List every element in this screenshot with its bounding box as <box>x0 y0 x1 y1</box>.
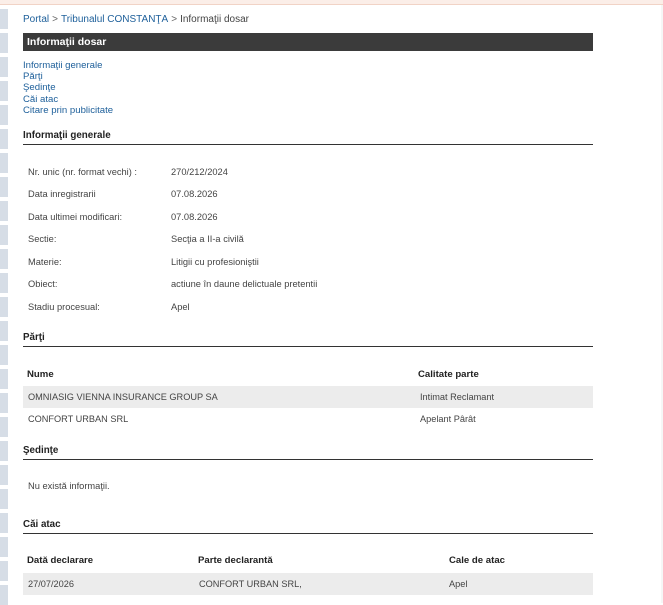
parties-table-header: Nume Calitate parte <box>23 369 593 383</box>
nav-link-parties[interactable]: Părţi <box>23 71 113 82</box>
breadcrumb-separator: > <box>171 14 178 25</box>
breadcrumb: Portal > Tribunalul CONSTANŢA > Informaţii d… <box>23 14 249 25</box>
info-value: Apel <box>171 302 190 312</box>
breadcrumb-portal-link[interactable]: Portal <box>23 14 49 25</box>
nav-link-hearings[interactable]: Şedinţe <box>23 82 113 93</box>
info-label: Stadiu procesual: <box>28 302 100 312</box>
info-label: Materie: <box>28 257 62 267</box>
hearings-empty-message: Nu există informaţii. <box>28 481 110 491</box>
party-name: OMNIASIG VIENNA INSURANCE GROUP SA <box>28 392 218 402</box>
appeals-table-header: Dată declarare Parte declarantă Cale de … <box>23 555 593 569</box>
left-sidebar-strip <box>0 5 8 605</box>
info-value: 07.08.2026 <box>171 189 218 199</box>
info-value: 07.08.2026 <box>171 212 218 222</box>
nav-link-public-summons[interactable]: Citare prin publicitate <box>23 105 113 116</box>
column-header-party-role: Calitate parte <box>418 369 479 380</box>
table-row: CONFORT URBAN SRL Apelant Pârât <box>23 408 593 430</box>
breadcrumb-court-link[interactable]: Tribunalul CONSTANŢA <box>61 14 168 25</box>
column-header-declaring-party: Parte declarantă <box>198 555 273 566</box>
section-heading-appeals: Căi atac <box>23 519 593 534</box>
info-value: 270/212/2024 <box>171 167 228 177</box>
info-value: actiune în daune delictuale pretentii <box>171 279 318 289</box>
info-value: Secţia a II-a civilă <box>171 234 244 244</box>
page-title: Informaţii dosar <box>23 33 593 51</box>
nav-link-appeals[interactable]: Căi atac <box>23 94 113 105</box>
info-label: Obiect: <box>28 279 58 289</box>
section-heading-hearings: Şedinţe <box>23 445 593 460</box>
nav-link-general-info[interactable]: Informaţii generale <box>23 60 113 71</box>
table-row: 27/07/2026 CONFORT URBAN SRL, Apel <box>23 573 593 595</box>
appeal-date: 27/07/2026 <box>28 579 74 589</box>
section-heading-general-info: Informaţii generale <box>23 130 593 145</box>
table-row: OMNIASIG VIENNA INSURANCE GROUP SA Intim… <box>23 386 593 408</box>
party-role: Intimat Reclamant <box>420 392 495 402</box>
info-label: Sectie: <box>28 234 57 244</box>
appeal-type: Apel <box>449 579 468 589</box>
breadcrumb-current: Informaţii dosar <box>180 14 249 25</box>
section-heading-parties: Părţi <box>23 332 593 347</box>
appeal-party: CONFORT URBAN SRL, <box>199 579 302 589</box>
party-role: Apelant Pârât <box>420 414 476 424</box>
info-label: Nr. unic (nr. format vechi) : <box>28 167 138 177</box>
party-name: CONFORT URBAN SRL <box>28 414 129 424</box>
info-label: Data ultimei modificari: <box>28 212 123 222</box>
info-label: Data inregistrarii <box>28 189 96 199</box>
column-header-appeal-type: Cale de atac <box>449 555 505 566</box>
section-nav: Informaţii generale Părţi Şedinţe Căi at… <box>23 60 113 116</box>
top-edge <box>0 0 663 5</box>
breadcrumb-separator: > <box>52 14 58 25</box>
info-value: Litigii cu profesioniştii <box>171 257 259 267</box>
column-header-declaration-date: Dată declarare <box>27 555 94 566</box>
column-header-name: Nume <box>27 369 54 380</box>
